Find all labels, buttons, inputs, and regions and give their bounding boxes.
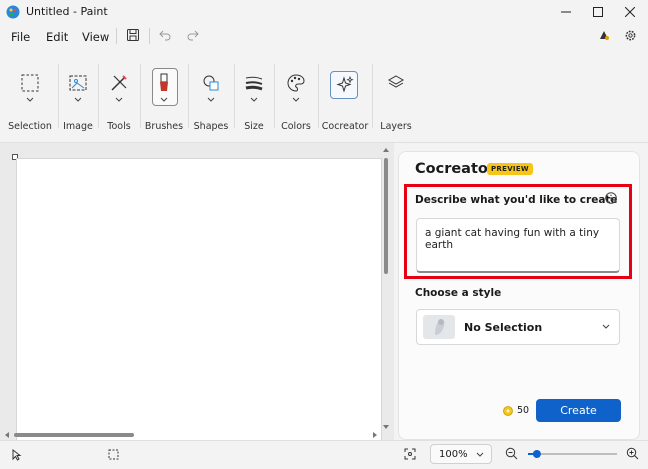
group-label-size: Size bbox=[244, 121, 264, 132]
selection-size-icon bbox=[108, 449, 119, 460]
ribbon-divider bbox=[140, 64, 141, 128]
zoom-value: 100% bbox=[439, 449, 468, 460]
group-shapes[interactable]: Shapes bbox=[190, 50, 232, 142]
chevron-down-icon bbox=[292, 97, 300, 102]
cursor-position-icon bbox=[12, 449, 22, 461]
save-icon bbox=[127, 29, 139, 41]
brush-icon bbox=[151, 70, 177, 96]
vertical-scrollbar-track bbox=[383, 148, 389, 429]
zoom-in-icon[interactable] bbox=[626, 447, 639, 460]
credits-coin-icon bbox=[503, 405, 513, 416]
ribbon-divider bbox=[58, 64, 59, 128]
zoom-out-icon[interactable] bbox=[505, 447, 518, 460]
minimize-button[interactable] bbox=[550, 0, 582, 24]
zoom-dropdown[interactable]: 100% bbox=[430, 444, 492, 464]
size-icon bbox=[241, 70, 267, 96]
account-button[interactable] bbox=[596, 27, 612, 43]
menu-file[interactable]: File bbox=[11, 30, 30, 44]
ribbon-divider bbox=[188, 64, 189, 128]
title-bar: Untitled - Paint bbox=[0, 0, 648, 24]
maximize-icon bbox=[593, 7, 603, 17]
minimize-icon bbox=[561, 11, 571, 13]
vertical-scrollbar[interactable] bbox=[380, 145, 392, 432]
ribbon-divider bbox=[274, 64, 275, 128]
group-cocreator[interactable]: Cocreator bbox=[320, 50, 370, 142]
maximize-button[interactable] bbox=[582, 0, 614, 24]
menu-divider-2 bbox=[149, 28, 150, 44]
group-colors[interactable]: Colors bbox=[276, 50, 316, 142]
group-label-shapes: Shapes bbox=[193, 121, 229, 132]
group-brushes[interactable]: Brushes bbox=[142, 50, 186, 142]
chevron-down-icon bbox=[115, 97, 123, 102]
create-button[interactable]: Create bbox=[536, 399, 621, 422]
style-thumbnail bbox=[423, 315, 455, 339]
group-tools[interactable]: Tools bbox=[100, 50, 138, 142]
group-label-tools: Tools bbox=[107, 121, 131, 132]
account-icon bbox=[600, 31, 609, 40]
chevron-down-icon bbox=[207, 97, 215, 102]
gear-icon bbox=[625, 30, 635, 40]
style-thumbnail-icon bbox=[435, 319, 445, 335]
menu-bar: File Edit View bbox=[0, 24, 648, 48]
style-label: Choose a style bbox=[415, 287, 502, 299]
preview-badge: PREVIEW bbox=[487, 163, 533, 175]
menu-view[interactable]: View bbox=[82, 30, 109, 44]
selection-icon bbox=[17, 70, 43, 96]
credits-indicator: 50 bbox=[503, 405, 529, 416]
group-label-image: Image bbox=[63, 121, 93, 132]
close-icon bbox=[625, 7, 635, 17]
group-image[interactable]: Image bbox=[60, 50, 96, 142]
group-label-cocreator: Cocreator bbox=[321, 121, 369, 132]
chevron-down-icon bbox=[250, 97, 258, 102]
group-label-brushes: Brushes bbox=[144, 121, 184, 132]
horizontal-scrollbar-track bbox=[5, 432, 377, 438]
group-selection[interactable]: Selection bbox=[4, 50, 56, 142]
ribbon-divider bbox=[372, 64, 373, 128]
panel-title: Cocreator bbox=[415, 161, 496, 177]
undo-icon bbox=[159, 30, 171, 41]
redo-icon bbox=[187, 30, 199, 41]
ribbon-divider bbox=[318, 64, 319, 128]
chevron-down-icon bbox=[476, 452, 484, 457]
chevron-down-icon bbox=[602, 324, 610, 329]
status-bar: 100% bbox=[0, 440, 648, 469]
zoom-slider-thumb[interactable] bbox=[532, 450, 541, 458]
chevron-down-icon bbox=[26, 97, 34, 102]
credits-count: 50 bbox=[517, 405, 530, 416]
zoom-slider[interactable] bbox=[524, 449, 620, 459]
fit-to-window-icon[interactable] bbox=[404, 448, 416, 460]
save-button[interactable] bbox=[125, 27, 141, 43]
menu-divider bbox=[116, 28, 117, 44]
tools-icon bbox=[106, 70, 132, 96]
settings-button[interactable] bbox=[622, 27, 638, 43]
chevron-down-icon bbox=[160, 97, 168, 102]
style-dropdown[interactable]: No Selection bbox=[416, 309, 620, 345]
prompt-highlight-box bbox=[404, 184, 632, 279]
ribbon-toolbar: Selection Image Tools Brushes Shapes Siz… bbox=[0, 50, 648, 143]
sparkle-icon bbox=[332, 72, 358, 98]
menu-edit[interactable]: Edit bbox=[46, 30, 68, 44]
group-label-layers: Layers bbox=[380, 121, 412, 132]
ribbon-divider bbox=[234, 64, 235, 128]
drawing-canvas[interactable] bbox=[16, 158, 382, 441]
group-layers[interactable]: Layers bbox=[374, 50, 418, 142]
layers-icon bbox=[383, 70, 409, 96]
paint-app-icon bbox=[6, 5, 20, 19]
window-title: Untitled - Paint bbox=[26, 5, 108, 18]
group-label-selection: Selection bbox=[8, 121, 52, 132]
close-button[interactable] bbox=[614, 0, 646, 24]
group-label-colors: Colors bbox=[281, 121, 311, 132]
redo-button[interactable] bbox=[185, 27, 201, 43]
horizontal-scrollbar[interactable] bbox=[2, 430, 380, 440]
undo-button[interactable] bbox=[157, 27, 173, 43]
chevron-down-icon bbox=[74, 97, 82, 102]
palette-icon bbox=[283, 70, 309, 96]
ribbon-divider bbox=[98, 64, 99, 128]
image-icon bbox=[65, 70, 91, 96]
shapes-icon bbox=[198, 70, 224, 96]
canvas-workspace bbox=[0, 143, 394, 441]
group-size[interactable]: Size bbox=[236, 50, 272, 142]
style-dropdown-value: No Selection bbox=[464, 321, 543, 334]
